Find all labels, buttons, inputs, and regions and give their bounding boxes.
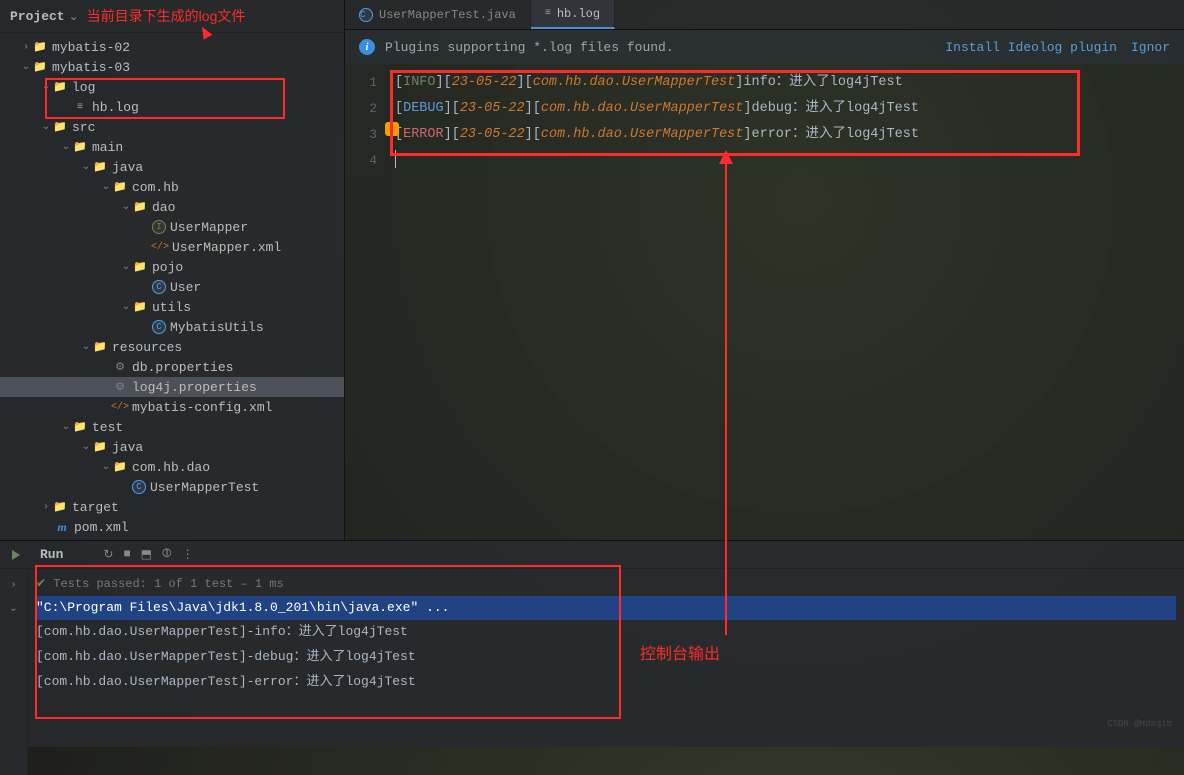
tree-usermapper[interactable]: IUserMapper [0,217,344,237]
editor-cursor [395,150,396,168]
expand-icon[interactable]: › [4,580,24,600]
warning-bulb-icon[interactable] [385,122,399,136]
plugin-notification-bar: i Plugins supporting *.log files found. … [345,30,1184,64]
run-toolwindow: Run ↻ ■ ⬒ ⦷ ⋮ › ⌄ ✔ Tests passed: 1 of 1… [0,540,1184,747]
console-line-4: [com.hb.dao.UserMapperTest]-error：进入了log… [36,670,1176,695]
editor-content[interactable]: [INFO][23-05-22][com.hb.dao.UserMapperTe… [385,64,1184,174]
rerun-icon[interactable]: ↻ [103,547,113,562]
tree-mybatisutils[interactable]: CMybatisUtils [0,317,344,337]
tree-testjava[interactable]: ⌄📁java [0,437,344,457]
tree-target[interactable]: ›📁target [0,497,344,517]
editor-tabs: CUserMapperTest.java ≡hb.log [345,0,1184,30]
tree-dao[interactable]: ⌄📁dao [0,197,344,217]
tree-main[interactable]: ⌄📁main [0,137,344,157]
log-line-1: [INFO][23-05-22][com.hb.dao.UserMapperTe… [395,70,1184,96]
tree-comhbdao[interactable]: ⌄📁com.hb.dao [0,457,344,477]
tree-comhb[interactable]: ⌄📁com.hb [0,177,344,197]
log-line-2: [DEBUG][23-05-22][com.hb.dao.UserMapperT… [395,96,1184,122]
project-title: Project [10,9,65,24]
tests-status: ✔ Tests passed: 1 of 1 test – 1 ms [36,573,1176,596]
watermark: CSDN @Hdaqib [1107,719,1172,729]
tree-mybatis03[interactable]: ⌄📁mybatis-03 [0,57,344,77]
log-line-3: [ERROR][23-05-22][com.hb.dao.UserMapperT… [395,122,1184,148]
log-line-4 [395,148,1184,174]
annotation-console: 控制台输出 [640,640,720,664]
editor-gutter: 1 2 3 4 [345,64,385,174]
tree-log-folder[interactable]: ⌄📁log [0,77,344,97]
tree-user[interactable]: CUser [0,277,344,297]
project-tree: ›📁mybatis-02 ⌄📁mybatis-03 ⌄📁log ≡hb.log … [0,33,344,537]
tree-hblog[interactable]: ≡hb.log [0,97,344,117]
tree-utils[interactable]: ⌄📁utils [0,297,344,317]
collapse-icon[interactable]: ⌄ [4,603,24,623]
tree-mybatis02[interactable]: ›📁mybatis-02 [0,37,344,57]
tree-mybatisconfig[interactable]: </>mybatis-config.xml [0,397,344,417]
tree-dbprops[interactable]: ⚙db.properties [0,357,344,377]
chevron-down-icon: ⌄ [69,9,79,24]
stop-icon[interactable]: ■ [123,547,130,562]
tree-usermapperxml[interactable]: </>UserMapper.xml [0,237,344,257]
tab-usermappertest[interactable]: CUserMapperTest.java [345,0,531,29]
console-line-2: [com.hb.dao.UserMapperTest]-info：进入了log4… [36,620,1176,645]
debug-icon[interactable]: ⬒ [141,547,152,562]
more-icon[interactable]: ⋮ [182,547,194,562]
install-plugin-link[interactable]: Install Ideolog plugin [945,40,1117,55]
annotation-log-file: 当前目录下生成的log文件 [87,6,246,26]
info-icon: i [359,39,375,55]
editor-area: CUserMapperTest.java ≡hb.log i Plugins s… [345,0,1184,540]
tree-pom[interactable]: mpom.xml [0,517,344,537]
play-icon [10,548,24,562]
run-sidebar: › ⌄ [0,569,28,775]
tree-src[interactable]: ⌄📁src [0,117,344,137]
console-line-3: [com.hb.dao.UserMapperTest]-debug：进入了log… [36,645,1176,670]
tree-usermappertest[interactable]: CUserMapperTest [0,477,344,497]
tree-pojo[interactable]: ⌄📁pojo [0,257,344,277]
run-label[interactable]: Run [40,547,63,562]
project-toolwindow-header[interactable]: Project ⌄ 当前目录下生成的log文件 [0,0,344,33]
console-output[interactable]: ✔ Tests passed: 1 of 1 test – 1 ms "C:\P… [28,569,1184,775]
tree-test[interactable]: ⌄📁test [0,417,344,437]
tree-log4jprops[interactable]: ⚙log4j.properties [0,377,344,397]
console-line-1: "C:\Program Files\Java\jdk1.8.0_201\bin\… [36,596,1176,621]
tree-java[interactable]: ⌄📁java [0,157,344,177]
notif-message: Plugins supporting *.log files found. [385,40,674,55]
project-sidebar: Project ⌄ 当前目录下生成的log文件 ›📁mybatis-02 ⌄📁m… [0,0,345,540]
tab-hblog[interactable]: ≡hb.log [531,0,615,29]
run-header: Run ↻ ■ ⬒ ⦷ ⋮ [0,541,1184,569]
tree-resources[interactable]: ⌄📁resources [0,337,344,357]
ignore-link[interactable]: Ignor [1131,40,1170,55]
filter-icon[interactable]: ⦷ [162,547,172,562]
